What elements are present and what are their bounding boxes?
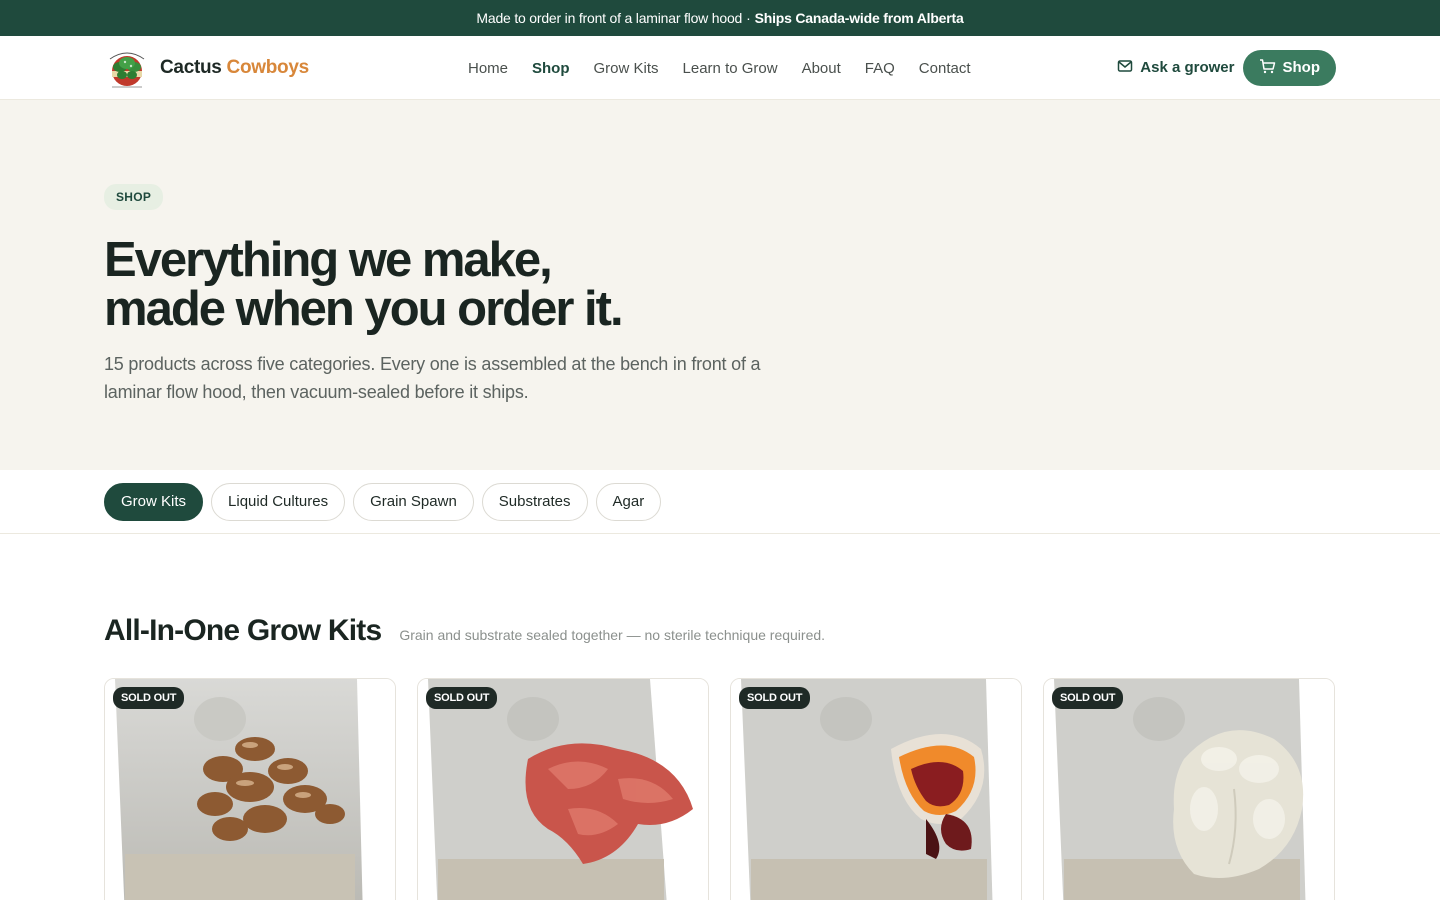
brand-name: Cactus Cowboys	[160, 57, 309, 79]
nav-link-home[interactable]: Home	[468, 60, 508, 77]
section-title: All-In-One Grow Kits	[104, 614, 382, 647]
nav-actions: Ask a grower Shop	[1117, 49, 1336, 86]
main-navigation: Cactus Cowboys Home Shop Grow Kits Learn…	[0, 36, 1440, 100]
product-card[interactable]: SOLD OUT	[730, 678, 1022, 900]
hero-section: SHOP Everything we make, made when you o…	[0, 100, 1440, 470]
brown-mushroom-cluster-kit-image	[105, 679, 395, 900]
brand-name-accent: Cowboys	[226, 56, 310, 78]
category-filter-bar: Grow Kits Liquid Cultures Grain Spawn Su…	[0, 470, 1440, 534]
cart-icon	[1259, 58, 1276, 78]
nav-link-shop[interactable]: Shop	[532, 60, 570, 77]
sold-out-badge: SOLD OUT	[739, 687, 811, 709]
product-grid: SOLD OUT SOLD OUT SOLD OUT SOLD OUT	[104, 678, 1336, 900]
category-chip-substrates[interactable]: Substrates	[481, 482, 588, 521]
ask-a-grower-label: Ask a grower	[1140, 59, 1235, 76]
brand-name-primary: Cactus	[160, 56, 222, 78]
announcement-bar: Made to order in front of a laminar flow…	[0, 0, 1440, 36]
page-title: Everything we make, made when you order …	[104, 236, 744, 334]
section-subtitle: Grain and substrate sealed together — no…	[399, 627, 826, 643]
nav-link-about[interactable]: About	[802, 60, 841, 77]
nav-link-learn-to-grow[interactable]: Learn to Grow	[683, 60, 778, 77]
sold-out-badge: SOLD OUT	[113, 687, 185, 709]
hero-subtitle: 15 products across five categories. Ever…	[104, 354, 761, 402]
product-card[interactable]: SOLD OUT	[104, 678, 396, 900]
section-header: All-In-One Grow Kits Grain and substrate…	[104, 614, 1336, 648]
brand-home-link[interactable]: Cactus Cowboys	[104, 45, 309, 91]
announcement-text: Made to order in front of a laminar flow…	[476, 10, 743, 26]
announcement-highlight: Ships Canada-wide from Alberta	[754, 10, 964, 26]
product-card[interactable]: SOLD OUT	[1043, 678, 1335, 900]
pink-oyster-mushroom-kit-image	[418, 679, 708, 900]
reishi-mushroom-kit-image	[731, 679, 1021, 900]
shop-cart-button[interactable]: Shop	[1242, 49, 1336, 86]
category-chip-agar[interactable]: Agar	[595, 482, 662, 521]
mail-icon	[1117, 58, 1133, 78]
nav-links: Home Shop Grow Kits Learn to Grow About …	[468, 36, 971, 100]
lions-mane-mushroom-kit-image	[1044, 679, 1334, 900]
page-title-line-2: made when you order it.	[104, 282, 624, 336]
category-chip-liquid-cultures[interactable]: Liquid Cultures	[211, 482, 346, 521]
category-chip-grow-kits[interactable]: Grow Kits	[104, 482, 204, 521]
sold-out-badge: SOLD OUT	[1052, 687, 1124, 709]
nav-link-grow-kits[interactable]: Grow Kits	[594, 60, 659, 77]
page-title-line-1: Everything we make,	[104, 233, 553, 287]
nav-link-faq[interactable]: FAQ	[865, 60, 895, 77]
grow-kits-section: All-In-One Grow Kits Grain and substrate…	[0, 534, 1440, 900]
sold-out-badge: SOLD OUT	[426, 687, 498, 709]
product-card[interactable]: SOLD OUT	[417, 678, 709, 900]
shop-button-label: Shop	[1282, 59, 1321, 76]
ask-a-grower-link[interactable]: Ask a grower	[1117, 58, 1235, 78]
hero-eyebrow: SHOP	[104, 184, 164, 210]
mushroom-logo-icon	[104, 45, 150, 91]
category-chip-grain-spawn[interactable]: Grain Spawn	[353, 482, 474, 521]
announcement-separator: ·	[746, 10, 751, 26]
nav-link-contact[interactable]: Contact	[919, 60, 971, 77]
